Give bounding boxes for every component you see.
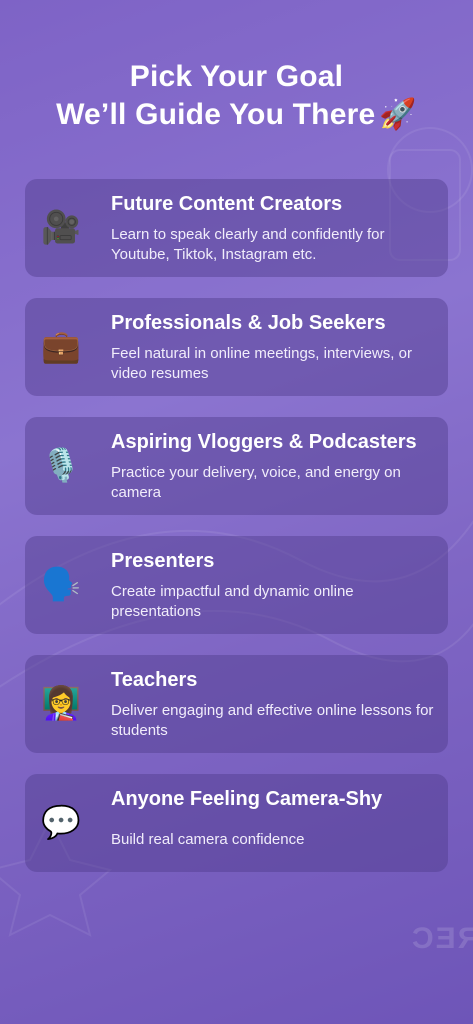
goal-description: Build real camera confidence <box>111 831 305 848</box>
goal-title: Teachers <box>111 669 198 691</box>
goal-description: Create impactful and dynamic online pres… <box>111 583 354 620</box>
goal-title: Professionals & Job Seekers <box>111 312 386 334</box>
goal-description: Feel natural in online meetings, intervi… <box>111 345 412 382</box>
page-subtitle: We’ll Guide You There 🚀 <box>0 96 473 134</box>
briefcase-icon: 💼 <box>41 328 81 364</box>
goal-card-content-creators[interactable]: 🎥 Future Content Creators Learn to speak… <box>25 179 448 277</box>
goal-title: Presenters <box>111 550 215 572</box>
page-subtitle-text: We’ll Guide You There <box>56 98 376 131</box>
rocket-icon: 🚀 <box>379 98 417 131</box>
goal-description: Practice your delivery, voice, and energ… <box>111 464 401 501</box>
microphone-icon: 🎙️ <box>41 447 81 483</box>
page-title: Pick Your Goal <box>129 60 344 93</box>
speaking-head-icon: 🗣️ <box>41 566 81 602</box>
teacher-icon: 👩‍🏫 <box>41 685 81 721</box>
goal-description: Learn to speak clearly and confidently f… <box>111 226 385 263</box>
goal-card-camera-shy[interactable]: 💬 Anyone Feeling Camera-Shy Build real c… <box>25 774 448 872</box>
goal-title: Aspiring Vloggers & Podcasters <box>111 431 417 453</box>
goal-description: Deliver engaging and effective online le… <box>111 702 434 739</box>
goal-card-vloggers[interactable]: 🎙️ Aspiring Vloggers & Podcasters Practi… <box>25 417 448 515</box>
video-camera-icon: 🎥 <box>41 209 81 245</box>
rec-watermark: REC <box>409 922 473 955</box>
goal-title: Anyone Feeling Camera-Shy <box>111 788 383 810</box>
page-header: Pick Your Goal We’ll Guide You There 🚀 <box>0 58 473 134</box>
goal-card-presenters[interactable]: 🗣️ Presenters Create impactful and dynam… <box>25 536 448 634</box>
goal-card-teachers[interactable]: 👩‍🏫 Teachers Deliver engaging and effect… <box>25 655 448 753</box>
goal-title: Future Content Creators <box>111 193 343 215</box>
speech-bubble-icon: 💬 <box>41 804 81 840</box>
goal-card-professionals[interactable]: 💼 Professionals & Job Seekers Feel natur… <box>25 298 448 396</box>
